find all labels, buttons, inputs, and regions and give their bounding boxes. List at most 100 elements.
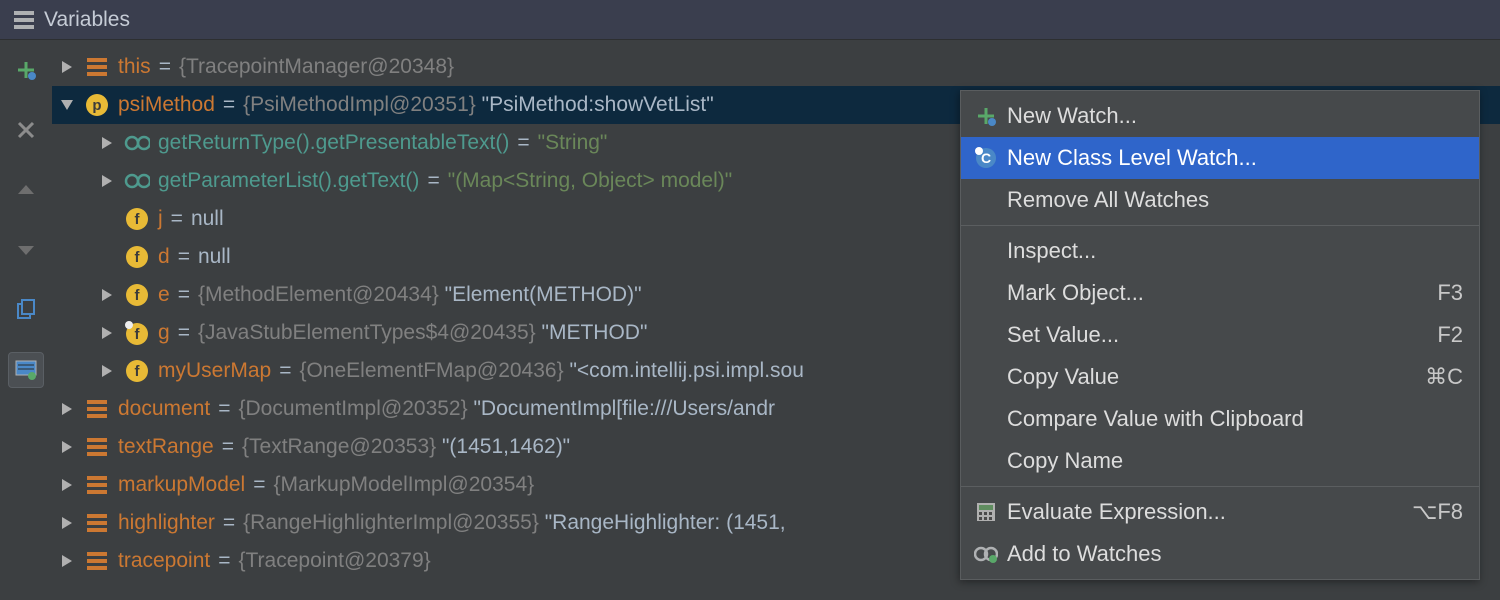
equals-sign: = [171, 207, 183, 231]
variable-value: {TextRange@20353} "(1451,1462)" [242, 435, 570, 459]
menu-item-label: Evaluate Expression... [1007, 499, 1412, 525]
variable-value: {TracepointManager@20348} [179, 55, 454, 79]
chevron-right-icon[interactable] [56, 550, 78, 572]
menu-item[interactable]: Compare Value with Clipboard [961, 398, 1479, 440]
equals-sign: = [218, 549, 230, 573]
chevron-right-icon[interactable] [56, 436, 78, 458]
menu-item-label: Mark Object... [1007, 280, 1437, 306]
menu-item[interactable]: Evaluate Expression...⌥F8 [961, 491, 1479, 533]
menu-item[interactable]: Set Value...F2 [961, 314, 1479, 356]
variable-name: e [158, 283, 170, 307]
f-icon: f [124, 244, 150, 270]
addwatch-icon [971, 544, 1001, 564]
menu-item-label: Inspect... [1007, 238, 1463, 264]
menu-item-shortcut: ⌘C [1425, 364, 1463, 390]
menu-item[interactable]: Inspect... [961, 230, 1479, 272]
menu-item-label: Compare Value with Clipboard [1007, 406, 1463, 432]
variables-icon [14, 11, 34, 29]
variable-value: {Tracepoint@20379} [239, 549, 431, 573]
variable-name: this [118, 55, 151, 79]
chevron-right-icon[interactable] [56, 512, 78, 534]
menu-item[interactable]: Add to Watches [961, 533, 1479, 575]
menu-separator [961, 225, 1479, 226]
equals-sign: = [159, 55, 171, 79]
chevron-right-icon[interactable] [96, 360, 118, 382]
equals-sign: = [218, 397, 230, 421]
variable-value: {MarkupModelImpl@20354} [274, 473, 535, 497]
variable-name: myUserMap [158, 359, 271, 383]
move-down-button[interactable] [8, 232, 44, 268]
menu-item[interactable]: CNew Class Level Watch... [961, 137, 1479, 179]
variable-name: document [118, 397, 210, 421]
chevron-right-icon[interactable] [96, 170, 118, 192]
copy-button[interactable] [8, 292, 44, 328]
menu-separator [961, 486, 1479, 487]
p-icon: p [84, 92, 110, 118]
menu-item-shortcut: F2 [1437, 322, 1463, 348]
equals-sign: = [253, 473, 265, 497]
variable-value: {MethodElement@20434} "Element(METHOD)" [198, 283, 642, 307]
chevron-right-icon[interactable] [56, 56, 78, 78]
stack-icon [84, 472, 110, 498]
chevron-down-icon[interactable] [56, 94, 78, 116]
chevron-right-icon[interactable] [56, 474, 78, 496]
menu-item-shortcut: ⌥F8 [1412, 499, 1463, 525]
newwatch-icon [971, 105, 1001, 127]
equals-sign: = [222, 435, 234, 459]
context-menu[interactable]: New Watch...CNew Class Level Watch...Rem… [960, 90, 1480, 580]
new-watch-button[interactable] [8, 52, 44, 88]
panel-title: Variables [44, 8, 130, 32]
watches-view-button[interactable] [8, 352, 44, 388]
fdot-icon: f [124, 320, 150, 346]
variable-name: psiMethod [118, 93, 215, 117]
variable-name: d [158, 245, 170, 269]
gutter [0, 40, 52, 600]
variable-name: textRange [118, 435, 214, 459]
menu-item-label: Remove All Watches [1007, 187, 1463, 213]
chevron-right-icon[interactable] [96, 132, 118, 154]
variable-value: {RangeHighlighterImpl@20355} "RangeHighl… [243, 511, 785, 535]
equals-sign: = [178, 245, 190, 269]
menu-item-label: New Class Level Watch... [1007, 145, 1463, 171]
calc-icon [971, 501, 1001, 523]
menu-item-label: Copy Name [1007, 448, 1463, 474]
equals-sign: = [279, 359, 291, 383]
glasses-icon [124, 130, 150, 156]
menu-item-label: New Watch... [1007, 103, 1463, 129]
variable-value: "String" [538, 131, 608, 155]
menu-item[interactable]: Remove All Watches [961, 179, 1479, 221]
menu-item[interactable]: Mark Object...F3 [961, 272, 1479, 314]
chevron-right-icon[interactable] [56, 398, 78, 420]
menu-item[interactable]: Copy Value⌘C [961, 356, 1479, 398]
variable-name: markupModel [118, 473, 245, 497]
equals-sign: = [517, 131, 529, 155]
chevron-right-icon[interactable] [96, 284, 118, 306]
tree-row[interactable]: this = {TracepointManager@20348} [52, 48, 1500, 86]
menu-item-label: Copy Value [1007, 364, 1425, 390]
variable-value: null [191, 207, 224, 231]
variable-name: g [158, 321, 170, 345]
variable-value: {DocumentImpl@20352} "DocumentImpl[file:… [239, 397, 776, 421]
svg-text:p: p [92, 97, 101, 114]
variable-value: {JavaStubElementTypes$4@20435} "METHOD" [198, 321, 647, 345]
chevron-right-icon[interactable] [96, 322, 118, 344]
glasses-icon [124, 168, 150, 194]
variable-value: null [198, 245, 231, 269]
variable-name: highlighter [118, 511, 215, 535]
stack-icon [84, 54, 110, 80]
variable-value: "(Map<String, Object> model)" [448, 169, 733, 193]
equals-sign: = [223, 93, 235, 117]
move-up-button[interactable] [8, 172, 44, 208]
panel-header: Variables [0, 0, 1500, 40]
menu-item[interactable]: New Watch... [961, 95, 1479, 137]
classwatch-icon: C [971, 146, 1001, 170]
remove-watch-button[interactable] [8, 112, 44, 148]
variable-name: getParameterList().getText() [158, 169, 419, 193]
menu-item-label: Add to Watches [1007, 541, 1463, 567]
f-icon: f [124, 206, 150, 232]
stack-icon [84, 396, 110, 422]
menu-item[interactable]: Copy Name [961, 440, 1479, 482]
stack-icon [84, 434, 110, 460]
stack-icon [84, 548, 110, 574]
equals-sign: = [178, 321, 190, 345]
